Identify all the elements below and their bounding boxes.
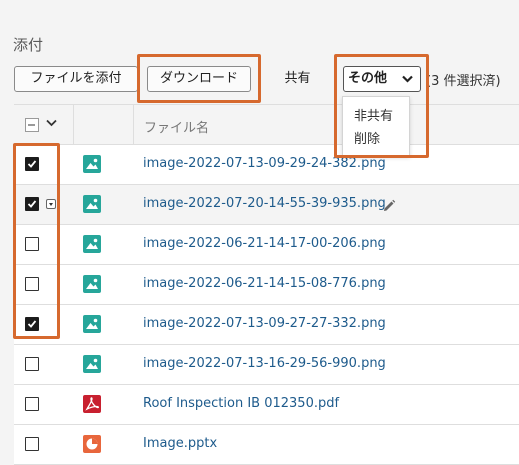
table-row[interactable]: image-2022-06-21-14-15-08-776.png [14,265,519,305]
column-divider [73,145,74,184]
column-divider [73,265,74,304]
column-divider [73,105,74,144]
select-all-checkbox[interactable] [25,118,39,132]
chevron-down-icon [402,75,413,83]
image-icon [83,155,101,173]
table-row[interactable]: Image.pptx [14,425,519,465]
table-header-row: ファイル名 [14,104,519,145]
other-actions-label: その他 [348,71,388,86]
table-row[interactable]: Roof Inspection IB 012350.pdf [14,385,519,425]
column-divider [73,305,74,344]
row-checkbox[interactable] [25,197,39,211]
row-checkbox[interactable] [25,157,39,171]
file-name-link[interactable]: Image.pptx [143,436,217,451]
other-actions-button[interactable]: その他 [343,66,421,92]
column-divider [73,345,74,384]
menu-item-unshare[interactable]: 非共有 [354,105,393,124]
attachments-table: ファイル名 image-2022-07-13-09-29-24-382.png i… [14,104,519,465]
file-name-link[interactable]: image-2022-06-21-14-15-08-776.png [143,276,386,291]
file-name-column-header[interactable]: ファイル名 [144,117,209,136]
checkmark-icon [27,200,37,208]
share-button[interactable]: 共有 [260,66,335,92]
row-menu-dropdown[interactable] [46,199,56,209]
column-divider [73,225,74,264]
chevron-down-icon[interactable] [46,119,57,127]
image-icon [83,195,101,213]
image-icon [83,315,101,333]
row-checkbox[interactable] [25,437,39,451]
file-name-link[interactable]: image-2022-07-13-16-29-56-990.png [143,356,386,371]
column-divider [73,385,74,424]
menu-item-delete[interactable]: 削除 [354,128,380,147]
image-icon [83,355,101,373]
row-checkbox[interactable] [25,237,39,251]
pptx-icon [83,435,101,453]
section-title: 添付 [13,36,44,54]
download-button[interactable]: ダウンロード [147,66,251,92]
table-row[interactable]: image-2022-07-13-09-29-24-382.png [14,145,519,185]
table-row[interactable]: image-2022-07-13-16-29-56-990.png [14,345,519,385]
pencil-icon[interactable] [382,198,396,217]
table-row[interactable]: image-2022-07-13-09-27-27-332.png [14,305,519,345]
pdf-icon [83,395,101,413]
image-icon [83,275,101,293]
checkmark-icon [27,160,37,168]
file-name-link[interactable]: image-2022-06-21-14-17-00-206.png [143,236,386,251]
attach-file-button[interactable]: ファイルを添付 [14,66,138,92]
table-row[interactable]: image-2022-06-21-14-17-00-206.png [14,225,519,265]
file-name-link[interactable]: Roof Inspection IB 012350.pdf [143,396,339,411]
table-row[interactable]: image-2022-07-20-14-55-39-935.png [14,185,519,225]
column-divider [133,105,134,144]
row-checkbox[interactable] [25,277,39,291]
row-checkbox[interactable] [25,317,39,331]
checkmark-icon [27,320,37,328]
image-icon [83,235,101,253]
file-name-link[interactable]: image-2022-07-13-09-29-24-382.png [143,156,386,171]
attachment-toolbar: ファイルを添付 ダウンロード 共有 その他 (3 件選択済) [0,66,519,94]
file-name-link[interactable]: image-2022-07-13-09-27-27-332.png [143,316,386,331]
file-name-link[interactable]: image-2022-07-20-14-55-39-935.png [143,196,386,211]
column-divider [73,425,74,464]
selection-count: (3 件選択済) [426,74,501,89]
other-actions-menu: 非共有 削除 [342,96,410,156]
column-divider [73,185,74,224]
row-checkbox[interactable] [25,357,39,371]
row-checkbox[interactable] [25,397,39,411]
